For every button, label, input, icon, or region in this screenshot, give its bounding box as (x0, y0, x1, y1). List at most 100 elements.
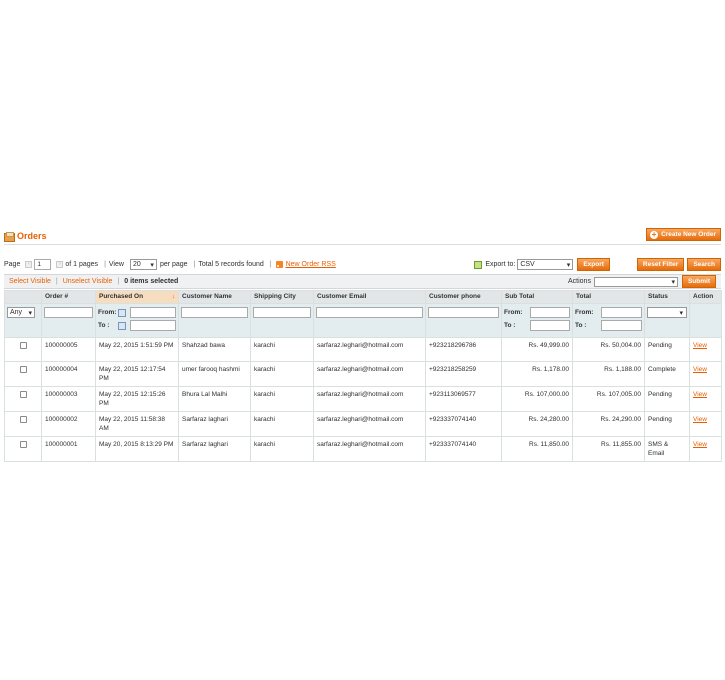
export-area: Export to: CSV ▾ Export Reset Filter Sear… (474, 258, 721, 271)
row-checkbox-cell (4, 411, 42, 437)
col-status[interactable]: Status (644, 290, 690, 304)
view-label: View (108, 261, 124, 268)
create-new-order-label: Create New Order (661, 231, 716, 238)
any-select-value: Any (10, 309, 23, 316)
customer-phone: +923218258259 (425, 361, 502, 387)
filter-purchased-cell: From: To : (95, 303, 179, 338)
calendar-icon[interactable] (118, 321, 126, 330)
sub-total: Rs. 1,178.00 (501, 361, 573, 387)
view-link[interactable]: View (693, 441, 707, 448)
total: Rs. 24,290.00 (572, 411, 645, 437)
reset-filter-button[interactable]: Reset Filter (636, 258, 685, 271)
row-checkbox[interactable] (19, 342, 27, 349)
filter-email-cell (313, 303, 426, 338)
customer-phone: +923113069577 (425, 386, 502, 412)
filter-row: Any ▾ From: To : From: To : From: To : ▾ (4, 303, 722, 338)
actions-select[interactable]: ▾ (593, 276, 678, 287)
chevron-down-icon: ▾ (150, 261, 154, 269)
status-filter-select[interactable]: ▾ (647, 307, 687, 318)
new-order-rss-link[interactable]: New Order RSS (286, 261, 336, 268)
view-link[interactable]: View (693, 416, 707, 423)
action-cell: View (689, 386, 722, 412)
rss-icon (275, 261, 283, 268)
customer-email: sarfaraz.leghari@hotmail.com (313, 436, 426, 462)
select-visible-link[interactable]: Select Visible (9, 278, 51, 285)
row-checkbox[interactable] (19, 441, 27, 448)
col-customer-email[interactable]: Customer Email (313, 290, 426, 304)
shipping-city: karachi (250, 436, 314, 462)
view-per-page-select[interactable]: 20 ▾ (129, 259, 157, 270)
customer-name-filter[interactable] (181, 307, 248, 318)
filter-name-cell (178, 303, 251, 338)
col-shipping-city[interactable]: Shipping City (250, 290, 314, 304)
row-checkbox-cell (4, 337, 42, 362)
total-to-input[interactable] (601, 320, 642, 331)
export-format-value: CSV (520, 261, 535, 268)
purchased-to-input[interactable] (130, 320, 176, 331)
chevron-down-icon: ▾ (566, 261, 571, 269)
status: SMS & Email (644, 436, 690, 462)
export-button[interactable]: Export (577, 258, 610, 271)
actions-label: Actions (568, 278, 591, 285)
prev-page-icon[interactable]: ‹ (25, 261, 33, 268)
customer-email-filter[interactable] (316, 307, 423, 318)
separator: | (193, 261, 196, 268)
status: Pending (644, 337, 690, 362)
total: Rs. 1,188.00 (572, 361, 645, 387)
row-checkbox[interactable] (19, 391, 27, 398)
view-link[interactable]: View (693, 342, 707, 349)
filter-order-cell (41, 303, 96, 338)
col-customer-phone[interactable]: Customer phone (425, 290, 502, 304)
items-selected-count: 0 items selected (124, 278, 179, 285)
unselect-visible-link[interactable]: Unselect Visible (63, 278, 113, 285)
customer-email: sarfaraz.leghari@hotmail.com (313, 386, 426, 412)
col-total[interactable]: Total (572, 290, 645, 304)
total-from-input[interactable] (601, 307, 642, 318)
page-input[interactable]: 1 (34, 259, 52, 270)
order-number-filter[interactable] (44, 307, 93, 318)
view-link[interactable]: View (693, 366, 707, 373)
row-checkbox[interactable] (19, 416, 27, 423)
shipping-city-filter[interactable] (253, 307, 311, 318)
purchased-on: May 22, 2015 12:15:26 PM (95, 386, 179, 412)
search-button[interactable]: Search (687, 258, 721, 271)
subtotal-to-input[interactable] (530, 320, 570, 331)
table-row[interactable]: 100000003 May 22, 2015 12:15:26 PM Bhura… (4, 386, 722, 412)
page-title-text: Orders (17, 231, 47, 241)
col-customer-name[interactable]: Customer Name (178, 290, 251, 304)
col-purchased-on[interactable]: Purchased On ↓ (95, 290, 179, 304)
separator: | (117, 278, 120, 285)
sub-total: Rs. 24,280.00 (501, 411, 573, 437)
submit-button[interactable]: Submit (681, 275, 716, 288)
any-select[interactable]: Any ▾ (7, 307, 35, 318)
table-row[interactable]: 100000002 May 22, 2015 11:58:38 AM Sarfa… (4, 411, 722, 437)
col-action: Action (689, 290, 722, 304)
next-page-icon[interactable]: › (56, 261, 64, 268)
customer-phone-filter[interactable] (428, 307, 499, 318)
orders-grid: Order # Purchased On ↓ Customer Name Ship… (4, 290, 722, 462)
table-row[interactable]: 100000005 May 22, 2015 1:51:59 PM Shahza… (4, 337, 722, 362)
filter-status-cell: ▾ (644, 303, 690, 338)
view-link[interactable]: View (693, 391, 707, 398)
subtotal-from-input[interactable] (530, 307, 570, 318)
separator: | (104, 261, 106, 268)
purchased-from-input[interactable] (130, 307, 176, 318)
create-new-order-button[interactable]: + Create New Order (646, 228, 721, 241)
from-label: From: (504, 309, 523, 316)
row-checkbox[interactable] (19, 366, 27, 373)
order-number: 100000002 (41, 411, 96, 437)
col-sub-total[interactable]: Sub Total (501, 290, 573, 304)
table-row[interactable]: 100000001 May 20, 2015 8:13:29 PM Sarfar… (4, 436, 722, 462)
table-row[interactable]: 100000004 May 22, 2015 12:17:54 PM umer … (4, 361, 722, 387)
status: Complete (644, 361, 690, 387)
purchased-on: May 22, 2015 11:58:38 AM (95, 411, 179, 437)
status: Pending (644, 411, 690, 437)
view-per-page-value: 20 (132, 261, 141, 268)
calendar-icon[interactable] (118, 308, 126, 317)
col-order-number[interactable]: Order # (41, 290, 96, 304)
sub-total: Rs. 107,000.00 (501, 386, 573, 412)
customer-email: sarfaraz.leghari@hotmail.com (313, 411, 426, 437)
chevron-down-icon: ▾ (28, 309, 32, 317)
export-format-select[interactable]: CSV ▾ (517, 259, 574, 270)
of-pages-text: of 1 pages (65, 261, 99, 268)
